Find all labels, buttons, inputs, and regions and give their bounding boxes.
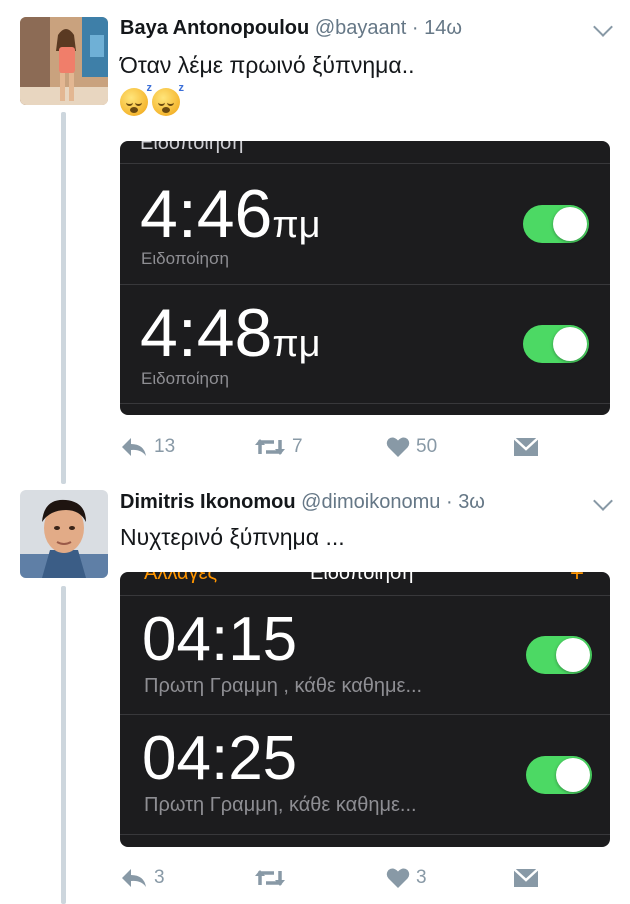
tweet-image[interactable]: Αλλαγές Ειδοποίηση + 04:15 Πρωτη Γραμμη … (120, 572, 610, 847)
retweet-icon (254, 867, 286, 889)
tweet-time[interactable]: 14ω (424, 17, 462, 39)
heart-icon (386, 436, 410, 458)
alarm-label: Πρωτη Γραμμη, κάθε καθημε... (144, 794, 417, 816)
message-button[interactable] (513, 867, 539, 889)
like-button[interactable]: 3 (386, 867, 427, 889)
retweet-count: 7 (292, 436, 303, 457)
alarm-time: 4:46πμ (140, 175, 320, 253)
alarm-toggle[interactable] (523, 325, 589, 363)
chevron-down-icon[interactable] (593, 491, 613, 511)
reply-button[interactable]: 3 (120, 867, 165, 889)
tweet-image[interactable]: Ειδοποίηση 4:46πμ Ειδοποίηση 4:48πμ Ειδο… (120, 141, 610, 415)
tweet-actions: 13 7 50 (120, 436, 560, 466)
like-count: 50 (416, 436, 438, 457)
retweet-button[interactable]: 7 (254, 436, 303, 458)
author-name[interactable]: Dimitris Ikonomou (120, 491, 296, 513)
sleeping-face-emoji: z (120, 82, 152, 116)
alarm-time: 04:15 (142, 605, 298, 674)
row-separator (120, 834, 610, 835)
reply-button[interactable]: 13 (120, 436, 175, 458)
like-button[interactable]: 50 (386, 436, 437, 458)
row-separator (120, 595, 610, 596)
alarm-label: Ειδοποίηση (141, 369, 229, 388)
reply-icon (120, 436, 148, 458)
tweet-actions: 3 3 (120, 867, 560, 897)
cut-header-title: Ειδοποίηση (140, 141, 244, 154)
thread-line (61, 112, 66, 484)
author-handle[interactable]: @dimoikonomu (301, 491, 440, 513)
tweet-text: Όταν λέμε πρωινό ξύπνημα.. (120, 52, 415, 78)
avatar[interactable] (20, 490, 108, 578)
avatar[interactable] (20, 17, 108, 105)
reply-count: 13 (154, 436, 176, 457)
author-name[interactable]: Baya Antonopoulou (120, 17, 309, 39)
author-handle[interactable]: @bayaant (315, 17, 406, 39)
message-button[interactable] (513, 436, 539, 458)
alarm-time: 04:25 (142, 724, 298, 793)
like-count: 3 (416, 867, 427, 888)
alarm-ampm: πμ (272, 323, 321, 365)
message-icon (513, 436, 539, 458)
alarm-label: Ειδοποίηση (141, 249, 229, 268)
row-separator (120, 284, 610, 285)
alarm-ampm: πμ (272, 204, 321, 246)
heart-icon (386, 867, 410, 889)
meta-separator: · (445, 491, 453, 513)
cut-header-title: Ειδοποίηση (310, 572, 414, 584)
reply-count: 3 (154, 867, 165, 888)
chevron-down-icon[interactable] (593, 17, 613, 37)
alarm-time: 4:48πμ (140, 294, 320, 372)
alarm-label: Πρωτη Γραμμη , κάθε καθημε... (144, 675, 423, 697)
reply-icon (120, 867, 148, 889)
meta-separator: · (411, 17, 419, 39)
cut-add-label: + (570, 572, 585, 587)
retweet-icon (254, 436, 286, 458)
tweet-header: Dimitris Ikonomou @dimoikonomu · 3ω (120, 491, 485, 514)
tweet-header: Baya Antonopoulou @bayaant · 14ω (120, 17, 462, 40)
tweet-time[interactable]: 3ω (458, 491, 485, 513)
alarm-time-value: 4:48 (140, 295, 273, 371)
sleeping-face-emoji: z (152, 82, 184, 116)
retweet-button[interactable] (254, 867, 286, 889)
alarm-time-value: 4:46 (140, 176, 273, 252)
tweet-text: Νυχτερινό ξύπνημα ... (120, 524, 345, 550)
alarm-toggle[interactable] (523, 205, 589, 243)
alarm-toggle[interactable] (526, 756, 592, 794)
row-separator (120, 403, 610, 404)
cut-edit-label: Αλλαγές (144, 572, 218, 584)
row-separator (120, 714, 610, 715)
thread-line (61, 586, 66, 904)
alarm-toggle[interactable] (526, 636, 592, 674)
row-separator (120, 163, 610, 164)
message-icon (513, 867, 539, 889)
